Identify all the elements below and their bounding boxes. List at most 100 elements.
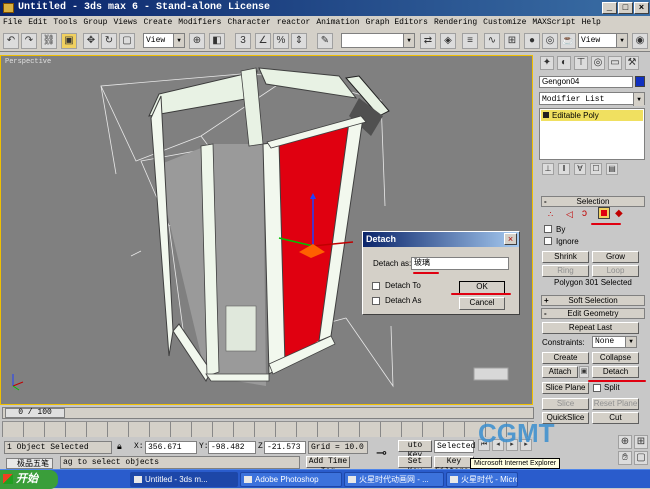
menu-character[interactable]: Character — [224, 18, 273, 27]
snap-toggle-icon[interactable]: 3 — [235, 33, 251, 49]
split-checkbox[interactable] — [593, 384, 601, 392]
quick-render-icon[interactable]: ☕ — [560, 33, 576, 49]
set-key-icon[interactable]: ⊸ — [376, 445, 387, 461]
motion-tab-icon[interactable]: ◎ — [591, 56, 605, 70]
remove-modifier-icon[interactable]: ☐ — [590, 163, 602, 175]
shrink-button[interactable]: Shrink — [542, 251, 589, 263]
polygon-subobject-icon[interactable] — [598, 207, 610, 219]
maximize-button[interactable]: □ — [618, 2, 633, 14]
repeat-last-button[interactable]: Repeat Last — [542, 322, 639, 334]
menu-create[interactable]: Create — [140, 18, 175, 27]
make-unique-icon[interactable]: ∀ — [574, 163, 586, 175]
angle-snap-icon[interactable]: ∠ — [255, 33, 271, 49]
align-icon[interactable]: ◈ — [440, 33, 456, 49]
detach-button[interactable]: Detach — [592, 366, 639, 378]
menu-views[interactable]: Views — [110, 18, 140, 27]
select-move-icon[interactable]: ✥ — [83, 33, 99, 49]
menu-graph-editors[interactable]: Graph Editors — [363, 18, 431, 27]
ignore-backfacing-checkbox[interactable] — [544, 237, 552, 245]
selected-filter-select[interactable]: Selected — [434, 440, 475, 453]
task-hxsd-website[interactable]: 火星时代动画网 - ... — [344, 472, 444, 487]
edge-subobject-icon[interactable]: ◁ — [566, 209, 573, 220]
border-subobject-icon[interactable]: ↄ — [582, 208, 587, 219]
menu-group[interactable]: Group — [80, 18, 110, 27]
add-time-tag-button[interactable]: Add Time Tag — [306, 456, 350, 476]
time-slider-thumb[interactable]: 0 / 100 — [5, 408, 65, 418]
select-object-icon[interactable]: ▣ — [61, 33, 77, 49]
x-coordinate-field[interactable]: 356.671 — [145, 441, 197, 454]
menu-rendering[interactable]: Rendering — [431, 18, 480, 27]
named-selection-icon[interactable]: ✎ — [317, 33, 333, 49]
material-editor-icon[interactable]: ● — [524, 33, 540, 49]
detach-to-element-checkbox[interactable] — [372, 282, 380, 290]
mirror-icon[interactable]: ◧ — [209, 33, 225, 49]
ring-button[interactable]: Ring — [542, 265, 589, 277]
key-filters-button[interactable]: Key Filters... — [434, 456, 483, 476]
select-link-icon[interactable]: ⛓ — [41, 33, 57, 49]
menu-maxscript[interactable]: MAXScript — [529, 18, 578, 27]
track-bar[interactable] — [2, 421, 534, 437]
vertex-subobject-icon[interactable]: ∴ — [548, 210, 553, 219]
curve-editor-icon[interactable]: ∿ — [484, 33, 500, 49]
attach-button[interactable]: Attach — [542, 366, 578, 378]
menu-edit[interactable]: Edit — [25, 18, 50, 27]
menu-help[interactable]: Help — [579, 18, 604, 27]
hierarchy-tab-icon[interactable]: ⊤ — [574, 56, 588, 70]
menu-reactor[interactable]: reactor — [274, 18, 314, 27]
minimize-button[interactable]: _ — [602, 2, 617, 14]
attach-settings-icon[interactable]: ▣ — [579, 366, 589, 378]
percent-snap-icon[interactable]: % — [273, 33, 289, 49]
schematic-view-icon[interactable]: ⊞ — [504, 33, 520, 49]
grow-button[interactable]: Grow — [592, 251, 639, 263]
pivot-icon[interactable]: ⊕ — [189, 33, 205, 49]
select-scale-icon[interactable]: ▢ — [119, 33, 135, 49]
mirror-tool-icon[interactable]: ⇄ — [420, 33, 436, 49]
named-selection-sets-select[interactable]: ▼ — [341, 33, 415, 48]
menu-modifiers[interactable]: Modifiers — [175, 18, 224, 27]
stack-item-editable-poly[interactable]: Editable Poly — [541, 110, 643, 121]
by-vertex-checkbox[interactable] — [544, 225, 552, 233]
slice-button[interactable]: Slice — [542, 398, 589, 410]
utilities-tab-icon[interactable]: ⚒ — [625, 56, 639, 70]
auto-key-button[interactable]: uto Key — [398, 440, 432, 460]
close-button[interactable]: × — [634, 2, 649, 14]
detach-as-clone-checkbox[interactable] — [372, 297, 380, 305]
render-last-icon[interactable]: ◉ — [632, 33, 648, 49]
cancel-button[interactable]: Cancel — [459, 297, 505, 310]
reset-plane-button[interactable]: Reset Plane — [592, 398, 639, 410]
spinner-snap-icon[interactable]: ⇕ — [291, 33, 307, 49]
object-color-swatch[interactable] — [635, 76, 645, 87]
create-tab-icon[interactable]: ✦ — [540, 56, 554, 70]
redo-icon[interactable]: ↷ — [21, 33, 37, 49]
menu-animation[interactable]: Animation — [313, 18, 362, 27]
modify-tab-icon[interactable]: ◐ — [557, 56, 571, 70]
element-subobject-icon[interactable]: ◆ — [615, 208, 623, 219]
edit-geometry-rollout-header[interactable]: - Edit Geometry — [541, 308, 645, 319]
task-3dsmax[interactable]: Untitled - 3ds m... — [130, 472, 238, 487]
layer-manager-icon[interactable]: ≡ — [462, 33, 478, 49]
object-name-field[interactable]: Gengon04 — [539, 76, 633, 88]
set-key-button[interactable]: Set Key — [398, 456, 432, 476]
render-type-select[interactable]: View ▼ — [578, 33, 628, 48]
reference-coordinate-select[interactable]: View ▼ — [143, 33, 185, 48]
menu-file[interactable]: File — [0, 18, 25, 27]
constraints-select[interactable]: None ▼ — [592, 336, 637, 348]
dialog-close-button[interactable]: × — [504, 233, 517, 245]
show-end-result-icon[interactable]: ‖ — [558, 163, 570, 175]
pin-stack-icon[interactable]: ⊥ — [542, 163, 554, 175]
undo-icon[interactable]: ↶ — [3, 33, 19, 49]
menu-tools[interactable]: Tools — [50, 18, 80, 27]
create-button[interactable]: Create — [542, 352, 589, 364]
display-tab-icon[interactable]: ▭ — [608, 56, 622, 70]
configure-modifier-icon[interactable]: ▤ — [606, 163, 618, 175]
selection-rollout-header[interactable]: - Selection — [541, 196, 645, 207]
modifier-list-select[interactable]: Modifier List ▼ — [539, 92, 645, 106]
menu-customize[interactable]: Customize — [480, 18, 529, 27]
start-button[interactable]: 开始 — [0, 470, 58, 489]
lock-selection-icon[interactable]: 🔒︎ — [117, 441, 122, 452]
slice-plane-button[interactable]: Slice Plane — [542, 382, 589, 394]
ime-status-bar[interactable]: 极品五笔 — [6, 458, 53, 469]
perspective-viewport[interactable]: Perspective — [0, 55, 533, 405]
task-ie[interactable]: 火星时代 - Micro... — [446, 472, 518, 487]
loop-button[interactable]: Loop — [592, 265, 639, 277]
